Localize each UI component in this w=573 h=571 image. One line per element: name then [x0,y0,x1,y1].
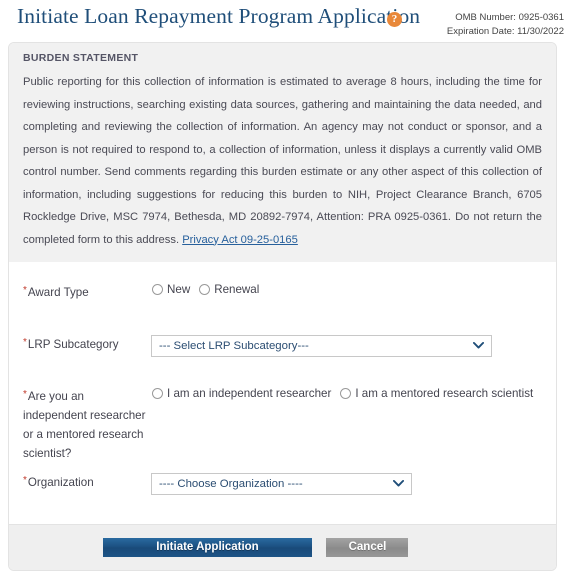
label-award-type-text: Award Type [27,286,89,299]
field-row-organization: *Organization ---- Choose Organization -… [9,472,556,514]
label-organization: *Organization [23,472,151,492]
radio-circle-icon[interactable] [340,388,352,399]
label-researcher-status-text: Are you an independent researcher or a m… [23,390,146,460]
radio-independent-researcher-label: I am an independent researcher [167,387,332,400]
radio-group-researcher-status: I am an independent researcher I am a me… [151,387,556,400]
required-marker: * [23,389,27,400]
page-title: Initiate Loan Repayment Program Applicat… [17,4,421,28]
field-row-researcher-status: *Are you an independent researcher or a … [9,386,556,472]
control-organization: ---- Choose Organization ---- [151,472,556,495]
radio-award-type-new-label: New [167,283,191,296]
burden-statement-body: Public reporting for this collection of … [23,76,542,246]
lrp-subcategory-select[interactable]: --- Select LRP Subcategory--- [151,335,492,357]
form-footer: Initiate Application Cancel [9,524,556,570]
radio-award-type-renewal-label: Renewal [214,283,260,296]
radio-award-type-renewal[interactable]: Renewal [199,283,259,296]
help-circle-icon[interactable]: ? [387,12,402,27]
required-marker: * [23,337,27,348]
control-lrp-subcategory: --- Select LRP Subcategory--- [151,334,556,357]
required-marker: * [23,475,27,486]
initiate-application-button[interactable]: Initiate Application [103,538,312,557]
radio-circle-icon[interactable] [152,284,163,295]
field-row-award-type: *Award Type New Renewal [9,282,556,326]
cancel-button[interactable]: Cancel [326,538,409,557]
radio-group-award-type: New Renewal [151,283,556,296]
radio-mentored-research-scientist[interactable]: I am a mentored research scientist [340,387,533,400]
field-row-lrp-subcategory: *LRP Subcategory --- Select LRP Subcateg… [9,334,556,380]
radio-independent-researcher[interactable]: I am an independent researcher [152,387,331,400]
page-header: Initiate Loan Repayment Program Applicat… [0,0,573,42]
chevron-down-icon[interactable] [393,480,404,487]
label-award-type: *Award Type [23,282,151,302]
required-marker: * [23,285,27,296]
radio-award-type-new[interactable]: New [152,283,190,296]
label-lrp-subcategory-text: LRP Subcategory [27,338,119,351]
radio-circle-icon[interactable] [199,284,211,295]
burden-statement-text: Public reporting for this collection of … [23,71,542,251]
chevron-down-icon[interactable] [473,342,484,349]
omb-info-block: OMB Number: 0925-0361 Expiration Date: 1… [447,11,564,39]
control-researcher-status: I am an independent researcher I am a me… [151,386,556,400]
label-lrp-subcategory: *LRP Subcategory [23,334,151,354]
burden-statement-heading: BURDEN STATEMENT [23,52,139,64]
omb-expiration-date: Expiration Date: 11/30/2022 [446,26,564,37]
form-fields: *Award Type New Renewal *LRP Subcategory… [9,262,556,524]
organization-select-value: ---- Choose Organization ---- [159,478,303,490]
label-organization-text: Organization [27,476,94,489]
lrp-subcategory-select-value: --- Select LRP Subcategory--- [159,340,309,352]
radio-mentored-research-scientist-label: I am a mentored research scientist [355,387,534,400]
control-award-type: New Renewal [151,282,556,296]
radio-circle-icon[interactable] [152,388,163,399]
organization-select[interactable]: ---- Choose Organization ---- [151,473,412,495]
label-researcher-status: *Are you an independent researcher or a … [23,386,151,463]
omb-number: OMB Number: 0925-0361 [455,12,564,23]
privacy-act-link[interactable]: Privacy Act 09-25-0165 [182,234,298,246]
application-form-panel: BURDEN STATEMENT Public reporting for th… [8,42,557,571]
burden-statement-box: BURDEN STATEMENT Public reporting for th… [9,43,556,262]
